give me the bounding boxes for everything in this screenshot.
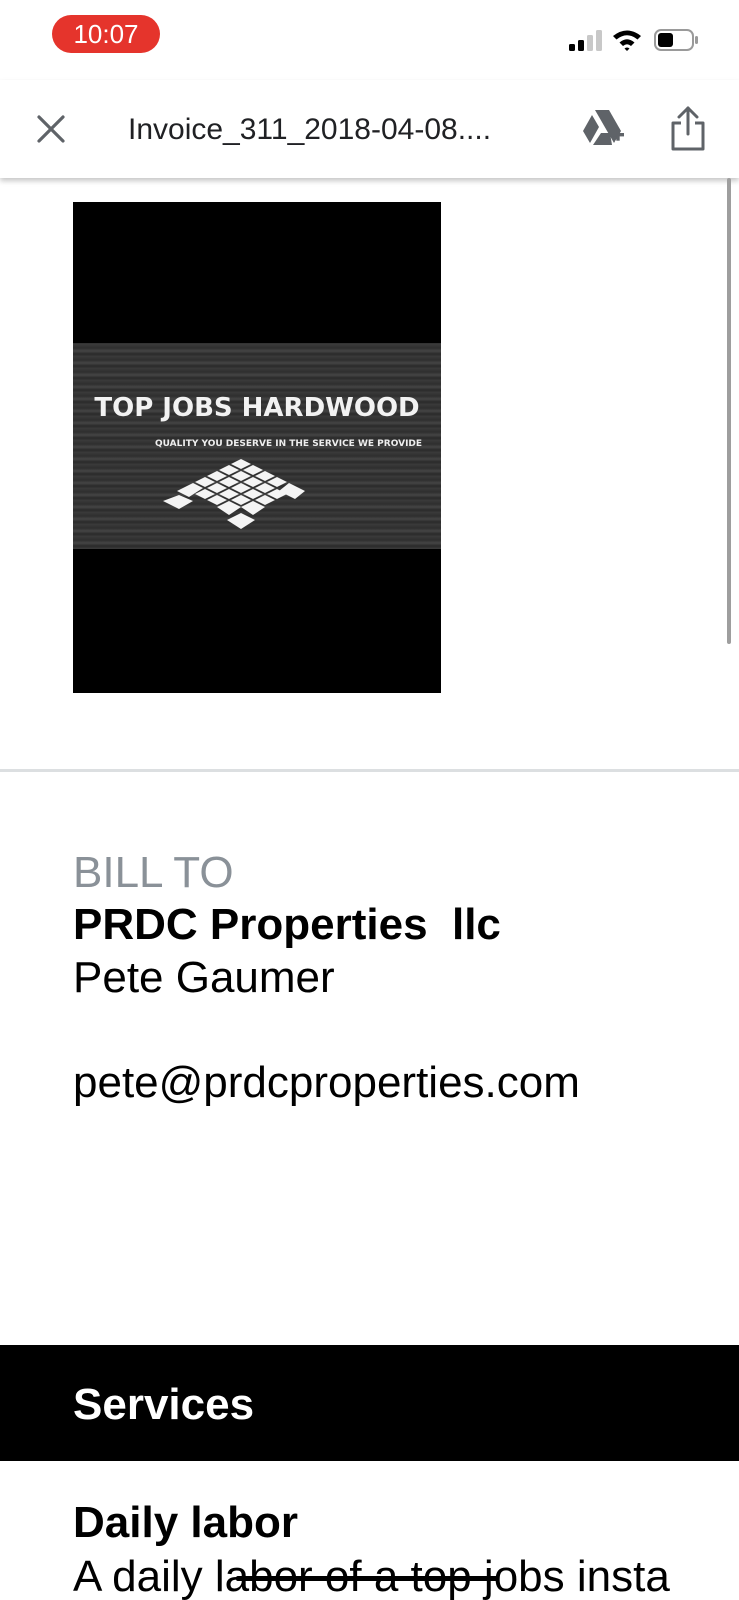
document-title: Invoice_311_2018-04-08.... bbox=[128, 113, 492, 146]
status-bar: 10:07 bbox=[0, 0, 739, 80]
service-item-name: Daily labor bbox=[73, 1498, 298, 1547]
app-header: Invoice_311_2018-04-08.... bbox=[0, 80, 739, 178]
drive-add-icon[interactable] bbox=[580, 106, 626, 150]
logo-tagline: QUALITY YOU DESERVE IN THE SERVICE WE PR… bbox=[155, 439, 423, 449]
services-header: Services bbox=[0, 1345, 739, 1461]
bill-to-label: BILL TO bbox=[73, 848, 234, 897]
cellular-signal-icon bbox=[569, 29, 603, 51]
wifi-icon bbox=[613, 30, 641, 51]
bill-to-contact: Pete Gaumer bbox=[73, 953, 335, 1002]
share-icon[interactable] bbox=[668, 104, 708, 152]
floor-tiles-icon bbox=[163, 459, 305, 529]
close-icon[interactable] bbox=[30, 108, 72, 150]
services-heading: Services bbox=[73, 1380, 255, 1429]
battery-icon bbox=[654, 29, 698, 51]
section-divider bbox=[0, 769, 739, 772]
document-page: TOP JOBS HARDWOOD QUALITY YOU DESERVE IN… bbox=[0, 178, 739, 1600]
status-time: 10:07 bbox=[52, 15, 160, 53]
bill-to-email[interactable]: pete@prdcproperties.com bbox=[73, 1058, 580, 1108]
logo-title: TOP JOBS HARDWOOD bbox=[94, 393, 420, 423]
company-logo: TOP JOBS HARDWOOD QUALITY YOU DESERVE IN… bbox=[73, 202, 441, 693]
strikethrough-mark bbox=[236, 1576, 498, 1581]
scrollbar[interactable] bbox=[727, 178, 731, 644]
logo-wood-band: TOP JOBS HARDWOOD QUALITY YOU DESERVE IN… bbox=[73, 343, 441, 549]
bill-to-company: PRDC Properties llc bbox=[73, 900, 501, 949]
